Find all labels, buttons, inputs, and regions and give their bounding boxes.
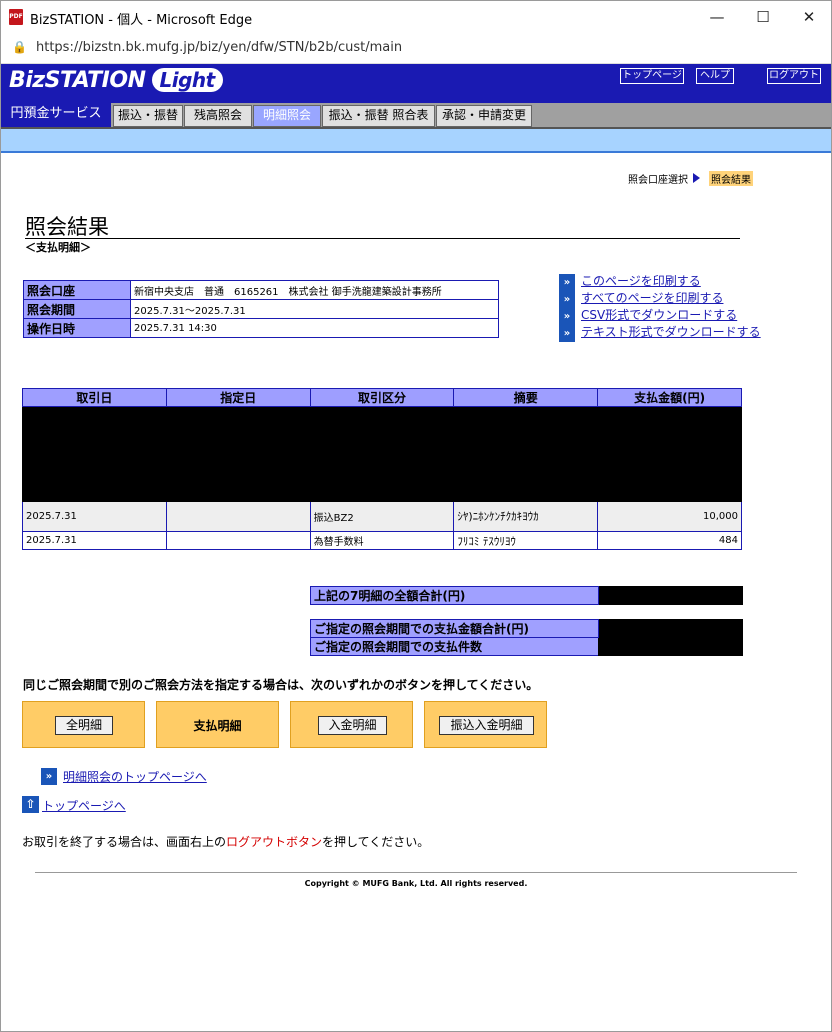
redacted-rows — [22, 406, 742, 502]
window-title: BizSTATION - 個人 - Microsoft Edge — [30, 13, 253, 28]
page-subtitle: ＜支払明細＞ — [25, 241, 91, 254]
service-label: 円預金サービス — [1, 103, 111, 127]
col-date: 取引日 — [22, 388, 167, 407]
row-memo: ﾌﾘｺﾐ ﾃｽｳﾘﾖｳ — [453, 531, 599, 550]
logo-light: Light — [151, 68, 223, 92]
double-chevron-icon: » — [559, 308, 575, 325]
deposit-statements-button[interactable]: 入金明細 — [318, 716, 387, 735]
transfer-deposit-button[interactable]: 振込入金明細 — [439, 716, 534, 735]
info-label: 操作日時 — [23, 318, 131, 338]
row-date: 2025.7.31 — [22, 531, 167, 550]
info-label: 照会期間 — [23, 299, 131, 319]
row-amount: 10,000 — [597, 501, 742, 532]
minimize-icon[interactable]: — — [694, 4, 740, 30]
account-value: 新宿中央支店 普通 6165261 株式会社 御手洗龍建築設計事務所 — [130, 280, 499, 300]
table-row: 2025.7.31 振込BZ2 ｼﾔ)ﾆﾎﾝｹﾝﾁｸｶｷﾖｳｶ 10,000 — [22, 501, 742, 532]
close-icon[interactable]: ✕ — [786, 4, 831, 30]
period-redacted — [598, 619, 743, 656]
sum-table: 上記の7明細の全額合計(円) — [310, 586, 743, 605]
title-bar: PDF BizSTATION - 個人 - Microsoft Edge — ☐… — [1, 1, 831, 32]
end-message-logout: ログアウトボタン — [226, 835, 323, 849]
title-divider — [25, 238, 740, 239]
row-memo: ｼﾔ)ﾆﾎﾝｹﾝﾁｸｶｷﾖｳｶ — [453, 501, 599, 532]
period-count-label: ご指定の照会期間での支払件数 — [310, 637, 599, 656]
transactions-table: 取引日 指定日 取引区分 摘要 支払金額(円) 2025.7.31 振込BZ2 … — [22, 388, 742, 550]
double-chevron-icon: » — [41, 768, 57, 785]
top-page-link[interactable]: トップページへ — [42, 797, 126, 814]
row-designated — [165, 531, 311, 550]
tab-transfer-reconcile[interactable]: 振込・振替 照合表 — [322, 105, 435, 127]
double-chevron-icon: » — [559, 325, 575, 342]
row-designated — [165, 501, 311, 532]
info-row-operated: 操作日時 2025.7.31 14:30 — [23, 318, 499, 338]
service-nav: 円預金サービス 振込・振替 残高照会 明細照会 振込・振替 照合表 承認・申請変… — [1, 103, 831, 129]
sub-header-bar — [1, 129, 831, 153]
link-label[interactable]: すべてのページを印刷する — [581, 291, 723, 305]
payment-current-label: 支払明細 — [193, 719, 242, 733]
end-message-post: を押してください。 — [322, 835, 430, 849]
col-type: 取引区分 — [309, 388, 455, 407]
end-message: お取引を終了する場合は、画面右上のログアウトボタンを押してください。 — [22, 833, 429, 850]
link-label[interactable]: CSV形式でダウンロードする — [581, 308, 737, 322]
col-memo: 摘要 — [453, 388, 599, 407]
period-value: 2025.7.31〜2025.7.31 — [130, 299, 499, 319]
bizstation-logo: BizSTATION Light — [9, 68, 223, 93]
logo-main: BizSTATION — [9, 68, 146, 93]
period-totals-table: ご指定の照会期間での支払金額合計(円) ご指定の照会期間での支払件数 — [310, 619, 743, 656]
end-message-pre: お取引を終了する場合は、画面右上の — [22, 835, 227, 849]
operated-value: 2025.7.31 14:30 — [130, 318, 499, 338]
lock-icon: 🔒 — [12, 40, 27, 54]
info-row-period: 照会期間 2025.7.31〜2025.7.31 — [23, 299, 499, 319]
breadcrumb-result: 照会結果 — [709, 171, 753, 186]
maximize-icon[interactable]: ☐ — [740, 4, 786, 30]
option-box-all: 全明細 — [22, 701, 145, 748]
up-arrow-icon: ⇧ — [22, 796, 39, 813]
period-total-label: ご指定の照会期間での支払金額合計(円) — [310, 619, 599, 638]
redaction-block — [22, 406, 742, 502]
option-box-transfer: 振込入金明細 — [424, 701, 547, 748]
tab-approval[interactable]: 承認・申請変更 — [436, 105, 532, 127]
site-header: BizSTATION Light トップページ ヘルプ ログアウト — [1, 64, 831, 103]
info-label: 照会口座 — [23, 280, 131, 300]
url-text[interactable]: https://bizstn.bk.mufg.jp/biz/yen/dfw/ST… — [36, 40, 402, 55]
account-info-table: 照会口座 新宿中央支店 普通 6165261 株式会社 御手洗龍建築設計事務所 … — [23, 280, 499, 338]
copyright: Copyright © MUFG Bank, Ltd. All rights r… — [304, 879, 528, 888]
row-date: 2025.7.31 — [22, 501, 167, 532]
row-type: 振込BZ2 — [309, 501, 455, 532]
row-amount: 484 — [597, 531, 742, 550]
breadcrumb-arrow-icon — [693, 173, 700, 183]
browser-window: PDF BizSTATION - 個人 - Microsoft Edge — ☐… — [0, 0, 832, 1032]
col-designated: 指定日 — [165, 388, 311, 407]
link-label[interactable]: テキスト形式でダウンロードする — [581, 325, 761, 339]
sum-redacted — [598, 586, 743, 605]
option-box-deposit: 入金明細 — [290, 701, 413, 748]
tab-balance[interactable]: 残高照会 — [184, 105, 252, 127]
link-label[interactable]: このページを印刷する — [581, 274, 701, 288]
logout-button[interactable]: ログアウト — [767, 68, 821, 84]
sum-label: 上記の7明細の全額合計(円) — [310, 586, 599, 605]
top-page-button[interactable]: トップページ — [620, 68, 684, 84]
row-type: 為替手数料 — [309, 531, 455, 550]
pdf-app-icon: PDF — [9, 9, 23, 25]
table-row: 2025.7.31 為替手数料 ﾌﾘｺﾐ ﾃｽｳﾘﾖｳ 484 — [22, 531, 742, 550]
option-box-payment: 支払明細 — [156, 701, 279, 748]
breadcrumb-account-select: 照会口座選択 — [628, 175, 688, 186]
option-instruction: 同じご照会期間で別のご照会方法を指定する場合は、次のいずれかのボタンを押してくだ… — [23, 678, 539, 692]
detail-top-link[interactable]: 明細照会のトップページへ — [63, 768, 207, 785]
double-chevron-icon: » — [559, 291, 575, 308]
double-chevron-icon: » — [559, 274, 575, 291]
page-title: 照会結果 — [25, 215, 109, 239]
col-amount: 支払金額(円) — [597, 388, 742, 407]
help-button[interactable]: ヘルプ — [696, 68, 734, 84]
footer-divider — [35, 872, 797, 873]
info-row-account: 照会口座 新宿中央支店 普通 6165261 株式会社 御手洗龍建築設計事務所 — [23, 280, 499, 300]
all-statements-button[interactable]: 全明細 — [55, 716, 113, 735]
tab-transfer[interactable]: 振込・振替 — [113, 105, 183, 127]
address-bar: 🔒 https://bizstn.bk.mufg.jp/biz/yen/dfw/… — [1, 32, 831, 64]
tab-statement[interactable]: 明細照会 — [253, 105, 321, 127]
table-header: 取引日 指定日 取引区分 摘要 支払金額(円) — [22, 388, 742, 407]
